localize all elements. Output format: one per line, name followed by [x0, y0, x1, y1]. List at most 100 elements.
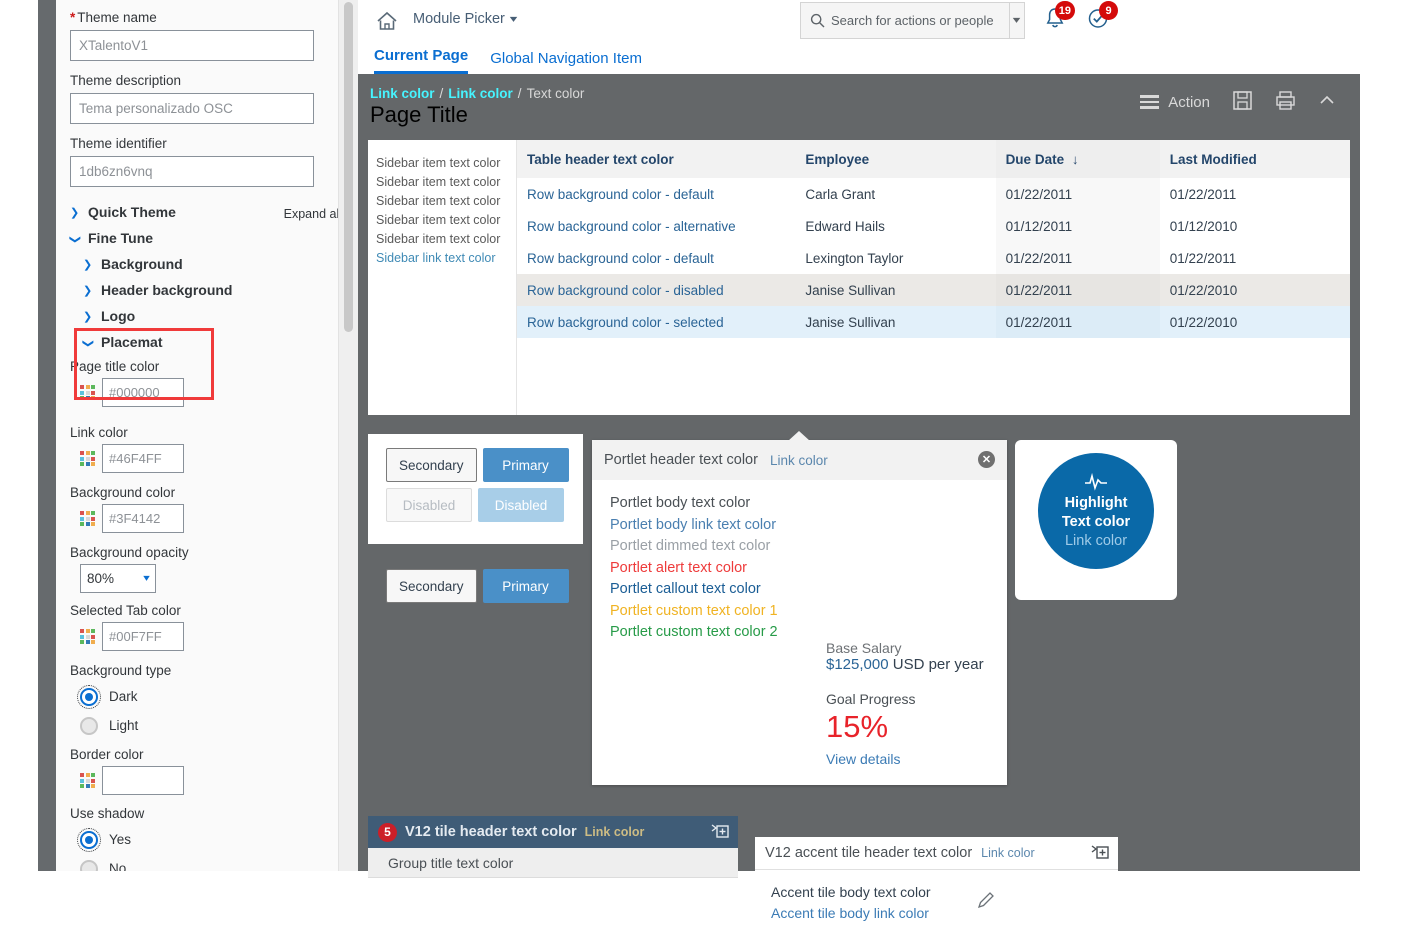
- portlet-body-link[interactable]: Portlet body link text color: [610, 515, 1007, 537]
- radio-unselected-icon: [80, 716, 98, 735]
- theme-description-input[interactable]: [70, 93, 314, 124]
- selected-tab-color-field: Selected Tab color: [70, 603, 324, 651]
- chevron-down-icon: [83, 335, 93, 349]
- background-type-field: Background type Dark Light: [70, 663, 324, 740]
- search-input[interactable]: [825, 12, 1009, 29]
- portlet-header-link[interactable]: Link color: [770, 453, 828, 468]
- sidebar-list-item[interactable]: Sidebar item text color: [376, 154, 516, 173]
- color-picker-icon[interactable]: [80, 629, 95, 644]
- expand-icon[interactable]: [1089, 843, 1109, 866]
- page-title: Page Title: [370, 102, 468, 127]
- sidebar-list-link[interactable]: Sidebar link text color: [376, 249, 516, 268]
- primary-button-dark[interactable]: Primary: [482, 569, 569, 603]
- sidebar-list-item[interactable]: Sidebar item text color: [376, 211, 516, 230]
- table-row[interactable]: Row background color - selected Janise S…: [517, 306, 1350, 338]
- portlet-callout-text: Portlet callout text color: [610, 581, 761, 597]
- primary-button[interactable]: Primary: [482, 448, 569, 482]
- tab-global-navigation-item[interactable]: Global Navigation Item: [490, 50, 642, 74]
- expand-all-link[interactable]: Expand all: [284, 207, 342, 221]
- v12-accent-tile-body: Accent tile body text color Accent tile …: [755, 870, 1118, 924]
- section-header-background[interactable]: Header background: [70, 277, 324, 303]
- close-icon[interactable]: ✕: [978, 451, 995, 468]
- base-salary-amount: $125,000: [826, 656, 889, 673]
- table-row[interactable]: Row background color - default Carla Gra…: [517, 178, 1350, 210]
- section-background[interactable]: Background: [70, 251, 324, 277]
- left-panel-scrollbar[interactable]: [338, 0, 358, 871]
- secondary-button-dark[interactable]: Secondary: [386, 569, 477, 603]
- todo-icon-wrap[interactable]: 9: [1086, 1, 1118, 35]
- edit-pencil-icon[interactable]: [975, 889, 997, 914]
- color-picker-icon[interactable]: [80, 511, 95, 526]
- action-menu-button[interactable]: Action: [1140, 94, 1210, 111]
- tab-current-page[interactable]: Current Page: [374, 47, 469, 74]
- background-color-label: Background color: [70, 485, 176, 500]
- color-picker-icon[interactable]: [80, 773, 95, 788]
- salary-block: Base Salary $125,000 USD per year Goal P…: [826, 640, 984, 767]
- selected-tab-color-input[interactable]: [102, 622, 184, 651]
- use-shadow-option-no[interactable]: No: [70, 854, 324, 871]
- buttons-row-enabled: Secondary Primary: [368, 434, 583, 482]
- save-icon[interactable]: [1232, 90, 1253, 114]
- nav-top-bar: Module Picker ▾ ▾: [358, 0, 1360, 42]
- background-color-input[interactable]: [102, 504, 184, 533]
- breadcrumb-link-1[interactable]: Link color: [370, 86, 435, 101]
- breadcrumb-link-2[interactable]: Link color: [448, 86, 513, 101]
- module-picker-dropdown[interactable]: Module Picker ▾: [413, 11, 518, 27]
- sidebar-list-item[interactable]: Sidebar item text color: [376, 230, 516, 249]
- sidebar-list-item[interactable]: Sidebar item text color: [376, 173, 516, 192]
- background-opacity-value: 80%: [87, 571, 115, 586]
- color-picker-icon[interactable]: [80, 451, 95, 466]
- print-icon[interactable]: [1275, 90, 1296, 114]
- background-opacity-select[interactable]: 80% ▾: [80, 564, 156, 593]
- section-logo[interactable]: Logo: [70, 303, 324, 329]
- chevron-down-icon: [70, 231, 80, 245]
- placemat-area: Link color / Link color / Text color Pag…: [358, 74, 1360, 946]
- border-color-input[interactable]: [102, 766, 184, 795]
- secondary-button[interactable]: Secondary: [386, 448, 477, 482]
- column-header-employee[interactable]: Employee: [795, 140, 996, 178]
- home-icon[interactable]: [374, 8, 400, 34]
- link-color-field: Link color: [70, 425, 324, 473]
- table-row[interactable]: Row background color - alternative Edwar…: [517, 210, 1350, 242]
- v12-accent-tile-link[interactable]: Link color: [981, 846, 1035, 860]
- pulse-icon: [1085, 472, 1107, 491]
- section-placemat[interactable]: Placemat: [70, 329, 324, 355]
- use-shadow-option-yes[interactable]: Yes: [70, 825, 324, 854]
- link-color-input[interactable]: [102, 444, 184, 473]
- buttons-row-disabled: Disabled Disabled: [368, 482, 583, 522]
- accent-tile-body-link[interactable]: Accent tile body link color: [771, 903, 1118, 924]
- column-header-description[interactable]: Table header text color: [517, 140, 796, 178]
- sidebar-list-item[interactable]: Sidebar item text color: [376, 192, 516, 211]
- cell-description: Row background color - default: [527, 186, 714, 202]
- search-box[interactable]: ▾: [800, 2, 1025, 39]
- background-type-option-light[interactable]: Light: [70, 711, 324, 740]
- section-fine-tune[interactable]: Fine Tune: [70, 225, 324, 251]
- notifications-badge: 19: [1054, 1, 1075, 20]
- table-row[interactable]: Row background color - default Lexington…: [517, 242, 1350, 274]
- column-header-due-date[interactable]: Due Date ↓: [995, 140, 1160, 178]
- background-type-option-dark[interactable]: Dark: [70, 682, 324, 711]
- view-details-link[interactable]: View details: [826, 751, 984, 767]
- collapse-icon[interactable]: [1318, 92, 1336, 113]
- page-title-color-field: Page title color: [70, 359, 324, 407]
- chevron-down-icon: ▾: [509, 13, 518, 25]
- theme-identifier-input[interactable]: [70, 156, 314, 187]
- expand-icon[interactable]: [709, 822, 729, 845]
- column-header-last-modified[interactable]: Last Modified: [1159, 140, 1350, 178]
- chevron-right-icon: [70, 205, 80, 219]
- color-picker-icon[interactable]: [80, 385, 95, 400]
- preview-shell: Module Picker ▾ ▾: [358, 0, 1360, 946]
- search-dropdown-toggle[interactable]: ▾: [1009, 3, 1024, 38]
- theme-name-label-text: Theme name: [77, 10, 157, 25]
- theme-name-input[interactable]: [70, 30, 314, 61]
- chevron-right-icon: [83, 257, 93, 271]
- action-label: Action: [1168, 93, 1210, 111]
- v12-tile-link[interactable]: Link color: [585, 825, 645, 839]
- page-title-color-input[interactable]: [102, 378, 184, 407]
- highlight-line-3[interactable]: Link color: [1065, 532, 1127, 551]
- v12-tile-title: V12 tile header text color: [405, 824, 577, 840]
- notifications-bell[interactable]: 19: [1043, 1, 1075, 35]
- scrollbar-thumb[interactable]: [344, 2, 353, 332]
- table-row[interactable]: Row background color - disabled Janise S…: [517, 274, 1350, 306]
- accent-tile-body-text: Accent tile body text color: [771, 884, 931, 900]
